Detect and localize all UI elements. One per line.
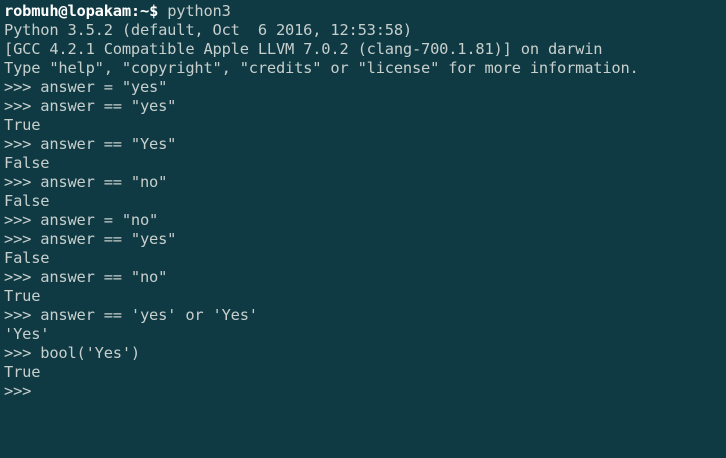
terminal-line-output: True	[4, 116, 41, 134]
terminal-line-python-version: Python 3.5.2 (default, Oct 6 2016, 12:53…	[4, 21, 412, 39]
terminal-line-output: True	[4, 363, 41, 381]
terminal-line-input: >>> answer == "Yes"	[4, 135, 177, 153]
terminal-window[interactable]: robmuh@lopakam:~$ python3 Python 3.5.2 (…	[0, 0, 726, 458]
terminal-line-compiler-info: [GCC 4.2.1 Compatible Apple LLVM 7.0.2 (…	[4, 40, 603, 58]
terminal-line-output: False	[4, 192, 50, 210]
terminal-line-help-hint: Type "help", "copyright", "credits" or "…	[4, 59, 639, 77]
terminal-line-input: >>> answer == "yes"	[4, 230, 177, 248]
shell-path-prompt: ~$	[140, 2, 159, 20]
shell-command: python3	[158, 2, 231, 20]
shell-user-host: robmuh@lopakam:	[4, 2, 140, 20]
terminal-line-input: >>> answer == 'yes' or 'Yes'	[4, 306, 258, 324]
terminal-line-input: >>> answer = "yes"	[4, 78, 168, 96]
terminal-line-input: >>> bool('Yes')	[4, 344, 140, 362]
shell-prompt-line: robmuh@lopakam:~$ python3	[4, 2, 726, 21]
python-active-prompt[interactable]: >>>	[4, 382, 726, 401]
terminal-line-output: False	[4, 249, 50, 267]
terminal-line-input: >>> answer = "no"	[4, 211, 159, 229]
terminal-line-output: 'Yes'	[4, 325, 50, 343]
terminal-line-output: False	[4, 154, 50, 172]
terminal-line-input: >>> answer == "yes"	[4, 97, 177, 115]
terminal-line-input: >>> answer == "no"	[4, 268, 168, 286]
terminal-line-input: >>> answer == "no"	[4, 173, 168, 191]
terminal-line-output: True	[4, 287, 41, 305]
